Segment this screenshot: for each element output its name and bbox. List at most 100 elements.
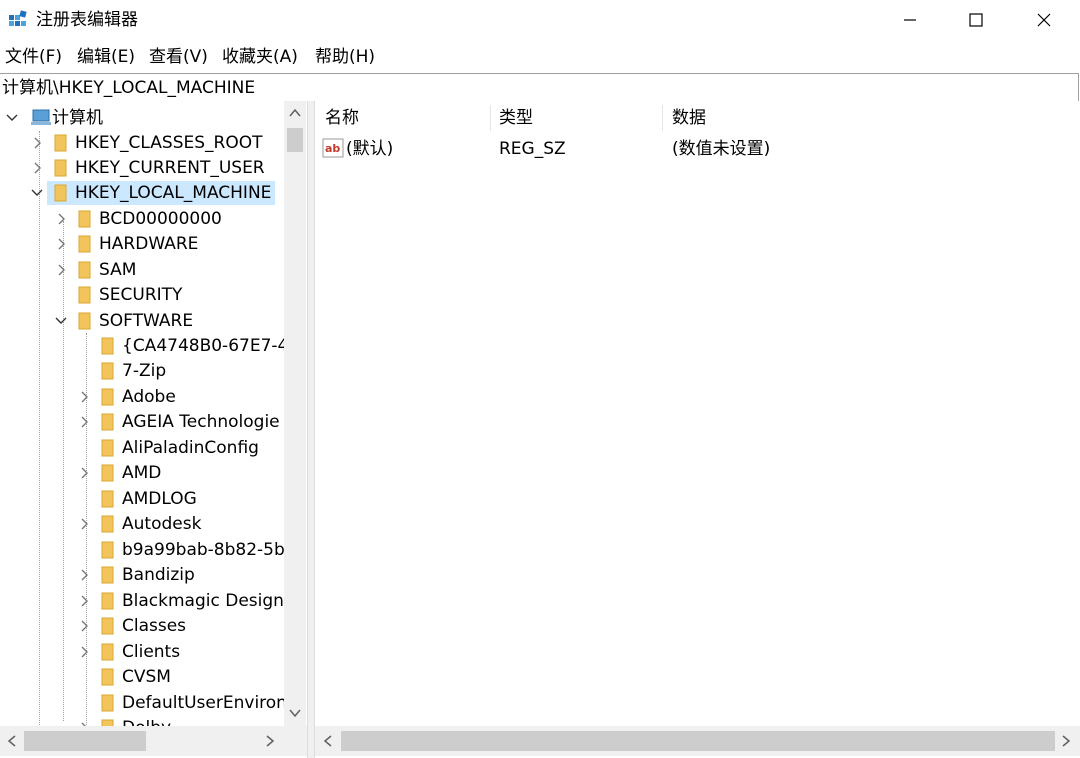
tree-item[interactable]: AGEIA Technologie [78, 409, 280, 434]
folder-icon [54, 134, 67, 151]
tree-vertical-scroll-thumb[interactable] [287, 128, 303, 152]
list-row[interactable]: ab (默认) REG_SZ (数值未设置) [315, 136, 1080, 162]
chevron-right-icon[interactable] [78, 646, 90, 658]
value-data: (数值未设置) [672, 139, 771, 159]
chevron-right-icon[interactable] [78, 595, 90, 607]
tree-selection-highlight: HKEY_LOCAL_MACHINE [47, 180, 276, 205]
menu-edit[interactable]: 编辑(E) [77, 47, 135, 67]
tree-item[interactable]: Autodesk [78, 511, 201, 536]
chevron-right-icon[interactable] [55, 264, 67, 276]
address-path[interactable]: 计算机\HKEY_LOCAL_MACHINE [2, 78, 255, 98]
close-icon [1037, 13, 1051, 27]
pane-splitter[interactable] [307, 101, 315, 758]
scroll-right-icon[interactable] [264, 735, 276, 747]
column-header-type[interactable]: 类型 [489, 101, 663, 135]
chevron-right-icon[interactable] [78, 518, 90, 530]
tree-item[interactable]: SOFTWARE [55, 308, 193, 333]
tree-item[interactable]: {CA4748B0-67E7-4 [78, 333, 288, 358]
chevron-right-icon[interactable] [31, 137, 43, 149]
chevron-right-icon[interactable] [31, 162, 43, 174]
chevron-down-icon[interactable] [55, 315, 67, 327]
tree-item[interactable]: Clients [78, 639, 180, 664]
tree-item[interactable]: Dolby [78, 715, 171, 726]
svg-text:ab: ab [325, 142, 340, 155]
folder-icon [101, 643, 114, 660]
chevron-right-icon[interactable] [55, 213, 67, 225]
scroll-left-icon[interactable] [6, 735, 18, 747]
tree-label: Blackmagic Design [122, 590, 284, 611]
scroll-down-icon[interactable] [289, 707, 301, 719]
chevron-right-icon[interactable] [78, 391, 90, 403]
folder-icon [101, 337, 114, 354]
menu-favorites[interactable]: 收藏夹(A) [222, 47, 298, 67]
tree-item[interactable]: 7-Zip [78, 358, 166, 383]
tree-item[interactable]: SECURITY [55, 282, 182, 307]
tree-item[interactable]: b9a99bab-8b82-5b [78, 537, 285, 562]
tree-item-hkcu[interactable]: HKEY_CURRENT_USER [31, 155, 265, 180]
tree-item-hklm[interactable]: HKEY_LOCAL_MACHINE [31, 180, 276, 205]
folder-icon [78, 312, 91, 329]
menu-bar: 文件(F) 编辑(E) 查看(V) 收藏夹(A) 帮助(H) [0, 42, 1080, 72]
tree-item[interactable]: AMD [78, 460, 161, 485]
scroll-up-icon[interactable] [289, 107, 301, 119]
list-horizontal-scrollbar[interactable] [315, 726, 1080, 756]
tree-item[interactable]: DefaultUserEnviron [78, 690, 287, 715]
menu-view[interactable]: 查看(V) [149, 47, 208, 67]
tree-label: AMD [122, 462, 162, 483]
tree-label-selected: HKEY_LOCAL_MACHINE [75, 182, 272, 203]
scroll-left-icon[interactable] [322, 735, 334, 747]
folder-icon [101, 413, 114, 430]
chevron-right-icon[interactable] [78, 620, 90, 632]
folder-open-icon [54, 184, 67, 201]
tree-item-computer[interactable]: 计算机 [6, 105, 103, 130]
tree-item[interactable]: Blackmagic Design [78, 588, 284, 613]
tree-item[interactable]: CVSM [78, 664, 171, 689]
column-header-name[interactable]: 名称 [315, 101, 491, 135]
tree-label: Bandizip [122, 564, 195, 585]
folder-icon [101, 566, 114, 583]
folder-icon [54, 159, 67, 176]
tree-item[interactable]: AMDLOG [78, 486, 197, 511]
column-header-data[interactable]: 数据 [662, 101, 962, 135]
menu-help[interactable]: 帮助(H) [315, 47, 375, 67]
tree-label: CVSM [122, 666, 171, 687]
tree-item[interactable]: SAM [55, 257, 136, 282]
tree-label: Adobe [122, 386, 176, 407]
minimize-button[interactable] [877, 0, 943, 40]
folder-icon [78, 235, 91, 252]
chevron-right-icon[interactable] [78, 416, 90, 428]
tree-label: 7-Zip [122, 360, 167, 381]
address-bar[interactable]: 计算机\HKEY_LOCAL_MACHINE [0, 73, 1079, 102]
tree-item-hkcr[interactable]: HKEY_CLASSES_ROOT [31, 130, 263, 155]
maximize-button[interactable] [943, 0, 1009, 40]
tree-label: SECURITY [99, 284, 183, 305]
tree-label: AliPaladinConfig [122, 437, 259, 458]
close-button[interactable] [1011, 0, 1077, 40]
tree-guide [39, 131, 40, 726]
tree-horizontal-scrollbar[interactable] [0, 726, 284, 756]
tree-item[interactable]: Bandizip [78, 562, 195, 587]
tree-item[interactable]: HARDWARE [55, 231, 198, 256]
chevron-right-icon[interactable] [78, 569, 90, 581]
chevron-down-icon[interactable] [31, 187, 43, 199]
tree-label: DefaultUserEnviron [122, 692, 287, 713]
chevron-down-icon[interactable] [6, 112, 18, 124]
tree-label: 计算机 [52, 107, 103, 128]
list-horizontal-scroll-thumb[interactable] [341, 731, 1055, 751]
maximize-icon [969, 13, 983, 27]
chevron-right-icon[interactable] [55, 238, 67, 250]
scroll-right-icon[interactable] [1060, 735, 1072, 747]
menu-file[interactable]: 文件(F) [5, 47, 62, 67]
folder-icon [101, 592, 114, 609]
folder-icon [101, 362, 114, 379]
tree-vertical-scrollbar[interactable] [284, 101, 306, 726]
folder-icon [101, 439, 114, 456]
tree-item[interactable]: Classes [78, 613, 186, 638]
tree-item[interactable]: BCD00000000 [55, 206, 222, 231]
folder-icon [101, 668, 114, 685]
folder-icon [101, 617, 114, 634]
tree-horizontal-scroll-thumb[interactable] [24, 731, 146, 751]
chevron-right-icon[interactable] [78, 467, 90, 479]
tree-item[interactable]: Adobe [78, 384, 176, 409]
tree-item[interactable]: AliPaladinConfig [78, 435, 259, 460]
